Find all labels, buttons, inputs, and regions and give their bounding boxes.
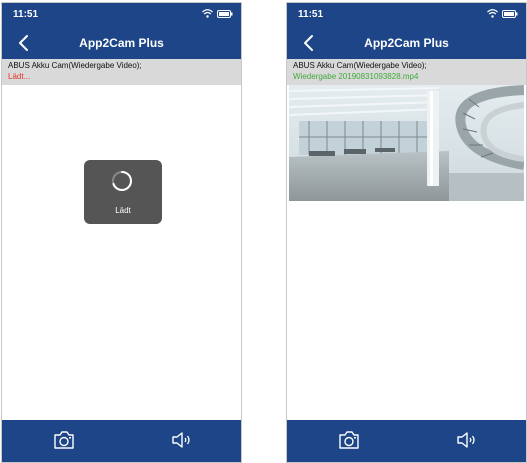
- status-time: 11:51: [298, 9, 324, 20]
- snapshot-camera-icon[interactable]: [52, 430, 76, 450]
- camera-mode-text: ABUS Akku Cam(Wiedergabe Video);: [293, 61, 427, 70]
- snapshot-camera-icon[interactable]: [337, 430, 361, 450]
- info-bar: ABUS Akku Cam(Wiedergabe Video); Lädt...: [2, 59, 241, 85]
- loading-overlay: Lädt: [84, 160, 162, 224]
- right-phone-screen: 11:51 App2Cam Plus ABUS Akku Cam(Wiederg…: [286, 2, 527, 463]
- status-bar: 11:51: [287, 3, 526, 27]
- left-phone-screen: 11:51 App2Cam Plus ABUS Akku Cam(Wiederg…: [1, 2, 242, 463]
- camera-mode-text: ABUS Akku Cam(Wiedergabe Video);: [8, 61, 142, 70]
- page-title: App2Cam Plus: [79, 36, 164, 50]
- navigation-bar: App2Cam Plus: [2, 27, 241, 59]
- status-time: 11:51: [13, 9, 39, 20]
- speaker-icon[interactable]: [455, 430, 479, 450]
- video-player[interactable]: [289, 85, 524, 201]
- page-title: App2Cam Plus: [364, 36, 449, 50]
- battery-icon: [217, 9, 233, 18]
- status-bar: 11:51: [2, 3, 241, 27]
- bottom-toolbar: [287, 420, 526, 462]
- video-frame-image: [289, 85, 524, 201]
- navigation-bar: App2Cam Plus: [287, 27, 526, 59]
- bottom-toolbar: [2, 420, 241, 462]
- battery-icon: [502, 9, 518, 18]
- playback-filename-text: Wiedergabe 20190831093828.mp4: [293, 72, 419, 81]
- wifi-icon: [487, 9, 498, 18]
- loading-status-text: Lädt...: [8, 72, 31, 81]
- wifi-icon: [202, 9, 213, 18]
- loading-label: Lädt: [115, 206, 131, 215]
- speaker-icon[interactable]: [170, 430, 194, 450]
- info-bar: ABUS Akku Cam(Wiedergabe Video); Wiederg…: [287, 59, 526, 85]
- spinner-icon: [112, 171, 132, 191]
- status-icons: [202, 9, 233, 18]
- status-icons: [487, 9, 518, 18]
